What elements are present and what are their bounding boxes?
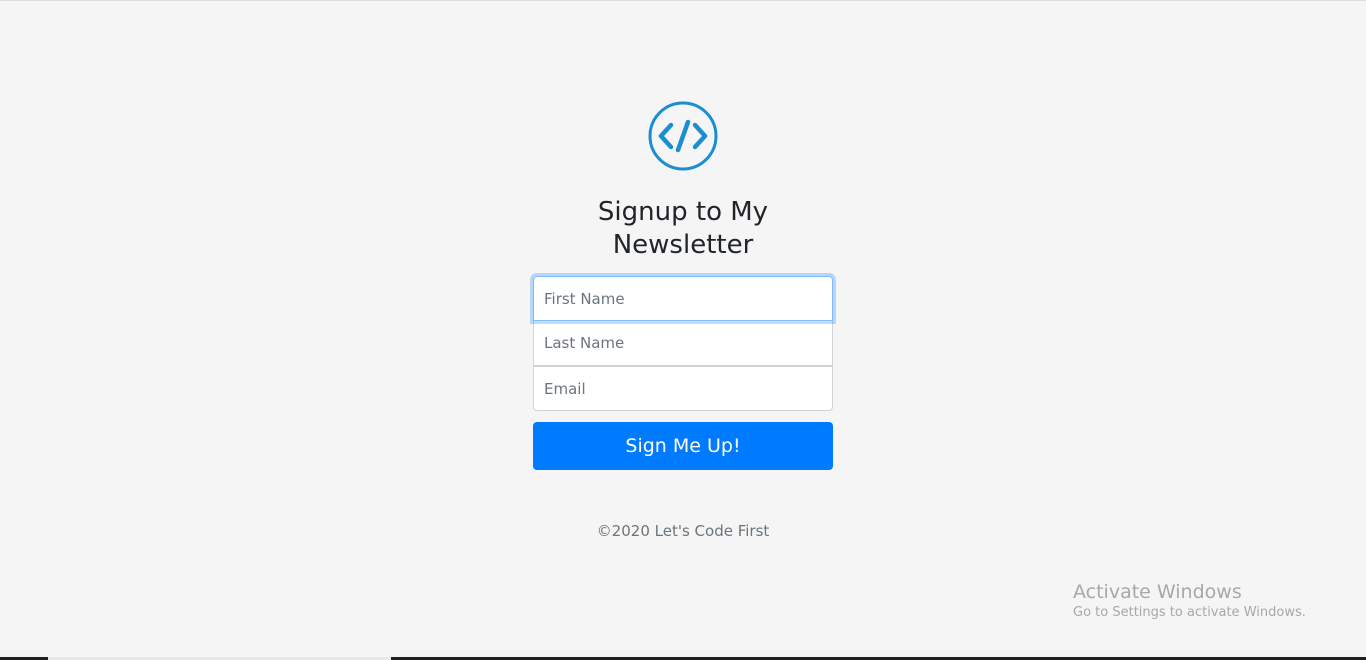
last-name-input[interactable] <box>533 321 833 366</box>
activate-windows-watermark: Activate Windows Go to Settings to activ… <box>1073 581 1306 623</box>
window-top-border <box>0 0 1366 1</box>
input-group <box>533 276 833 411</box>
sign-up-button[interactable]: Sign Me Up! <box>533 422 833 470</box>
watermark-subtitle: Go to Settings to activate Windows. <box>1073 605 1306 620</box>
watermark-title: Activate Windows <box>1073 581 1242 603</box>
form-title: Signup to My Newsletter <box>597 197 769 260</box>
code-brackets-icon <box>648 101 718 171</box>
copyright-footer: ©2020 Let's Code First <box>596 522 770 540</box>
first-name-input[interactable] <box>533 276 833 321</box>
signup-form: Signup to My Newsletter Sign Me Up! ©202… <box>533 100 833 555</box>
email-input[interactable] <box>533 366 833 411</box>
